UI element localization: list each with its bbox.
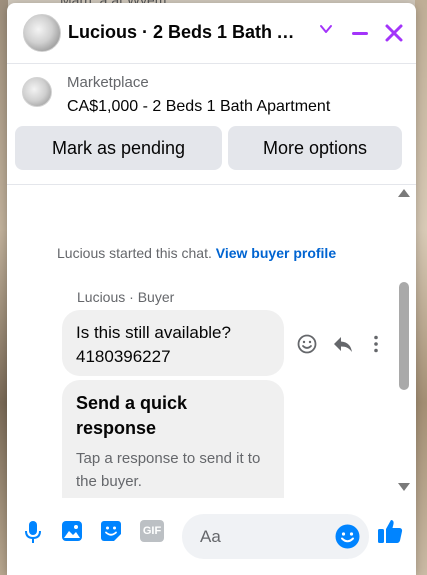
photo-icon[interactable]: [61, 520, 83, 542]
microphone-icon[interactable]: [23, 520, 43, 544]
chat-window: Lucious · 2 Beds 1 Bath Ap... Marketplac…: [7, 3, 416, 575]
gif-icon[interactable]: GIF: [140, 520, 164, 542]
started-text: Lucious started this chat.: [57, 245, 212, 261]
listing-thumbnail[interactable]: [22, 77, 52, 107]
message-thread[interactable]: Lucious started this chat. View buyer pr…: [7, 185, 416, 498]
scroll-up-arrow[interactable]: [398, 189, 410, 197]
chevron-down-icon[interactable]: [319, 22, 333, 36]
more-vertical-icon[interactable]: [374, 335, 378, 353]
listing-avatar[interactable]: [23, 14, 61, 52]
chat-started-notice: Lucious started this chat. View buyer pr…: [57, 245, 336, 261]
chat-header[interactable]: Lucious · 2 Beds 1 Bath Ap...: [7, 3, 416, 64]
marketplace-panel: Marketplace CA$1,000 - 2 Beds 1 Bath Apa…: [7, 64, 416, 185]
gif-label: GIF: [142, 525, 162, 537]
message-text-line2: 4180396227: [76, 347, 171, 366]
listing-title[interactable]: CA$1,000 - 2 Beds 1 Bath Apartment: [67, 98, 330, 116]
message-input[interactable]: [198, 525, 322, 548]
chat-title[interactable]: Lucious · 2 Beds 1 Bath Ap...: [68, 22, 304, 43]
quick-response-title: Send a quick response: [76, 393, 188, 438]
scrollbar-thumb[interactable]: [399, 282, 409, 390]
more-options-button[interactable]: More options: [228, 126, 402, 170]
minimize-icon[interactable]: [352, 32, 368, 35]
emoji-icon[interactable]: [335, 524, 360, 549]
reply-icon[interactable]: [332, 334, 354, 354]
mark-as-pending-button[interactable]: Mark as pending: [15, 126, 222, 170]
sender-label: Lucious · Buyer: [77, 289, 175, 305]
quick-response-card[interactable]: Send a quick response Tap a response to …: [62, 380, 284, 498]
view-buyer-profile-link[interactable]: View buyer profile: [216, 245, 336, 261]
message-composer: GIF: [7, 498, 416, 575]
react-smile-icon[interactable]: [297, 334, 317, 354]
thumbs-up-icon[interactable]: [377, 518, 403, 544]
message-bubble[interactable]: Is this still available? 4180396227: [62, 310, 284, 376]
sticker-icon[interactable]: [100, 520, 122, 542]
message-actions: [297, 333, 378, 355]
close-icon[interactable]: [383, 22, 405, 44]
quick-response-subtitle: Tap a response to send it to the buyer.: [76, 450, 261, 490]
message-text-line1: Is this still available?: [76, 323, 231, 342]
scroll-down-arrow[interactable]: [398, 483, 410, 491]
message-input-box[interactable]: [182, 514, 369, 559]
background-image-right: [415, 0, 427, 575]
marketplace-label: Marketplace: [67, 74, 149, 91]
